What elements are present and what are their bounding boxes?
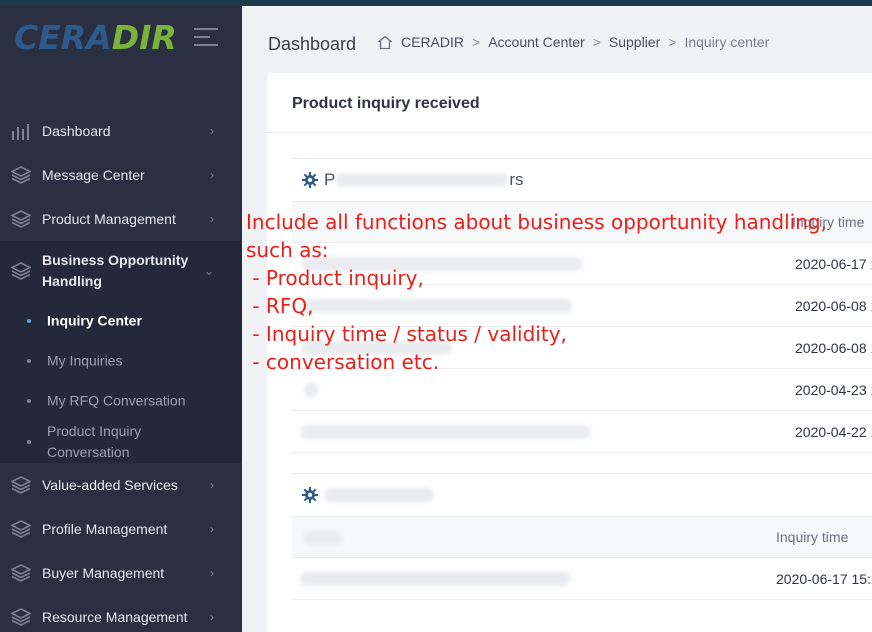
redacted-text [300, 572, 570, 586]
table-row[interactable]: 2020-04-22 1 [292, 411, 872, 453]
logo[interactable]: CERADIR [14, 18, 177, 57]
sidebar-item-label: Resource Management [42, 609, 188, 625]
breadcrumb-item[interactable]: Account Center [488, 34, 585, 50]
panel-title-start: P [324, 170, 336, 189]
chevron-right-icon: › [210, 566, 214, 580]
redacted-text [324, 488, 434, 502]
card-title: Product inquiry received [292, 95, 480, 112]
logo-part1: CERA [14, 18, 112, 57]
gear-icon [302, 487, 318, 503]
layers-icon [11, 475, 31, 495]
chevron-down-icon: ⌄ [203, 264, 214, 278]
sidebar-item-label: Message Center [42, 167, 145, 183]
layers-icon [11, 563, 31, 583]
redacted-text [337, 173, 508, 187]
sidebar-item-product-management[interactable]: Product Management › [0, 197, 242, 241]
column-header-inquiry-time: Inquiry time [776, 529, 849, 545]
panel-header [292, 474, 872, 516]
sidebar-item-label: Dashboard [42, 123, 111, 139]
bar-chart-icon [11, 121, 31, 141]
sidebar-item-value-added-services[interactable]: Value-added Services › [0, 463, 242, 507]
sidebar-item-buyer-management[interactable]: Buyer Management › [0, 551, 242, 595]
sidebar-item-label: Profile Management [42, 521, 168, 537]
sidebar-subitem-inquiry-center[interactable]: Inquiry Center [0, 301, 242, 341]
panel-header: P rs [292, 159, 872, 201]
breadcrumb-separator: > [592, 34, 601, 50]
layers-icon [11, 261, 31, 281]
sidebar-item-business-opportunity[interactable]: Business Opportunity Handling ⌄ [0, 241, 242, 301]
table-row[interactable]: 2020-06-17 15:2 [292, 558, 872, 600]
sidebar-subitem-my-rfq-conversation[interactable]: My RFQ Conversation [0, 381, 242, 421]
chevron-right-icon: › [210, 522, 214, 536]
bullet-icon [27, 399, 31, 403]
chevron-right-icon: › [210, 212, 214, 226]
sidebar-item-label: Value-added Services [42, 477, 178, 493]
sidebar: CERADIR Dashboard › Message Center › Pro… [0, 0, 242, 632]
inquiry-panel-2: Inquiry time 2020-06-17 15:2 [292, 473, 872, 600]
breadcrumb-separator: > [472, 34, 481, 50]
menu-toggle-icon[interactable] [194, 28, 218, 48]
logo-part2: DIR [111, 18, 177, 57]
redacted-text [300, 425, 590, 439]
divider [267, 132, 872, 133]
panel-title-end: rs [509, 170, 524, 189]
sidebar-item-resource-management[interactable]: Resource Management › [0, 595, 242, 632]
breadcrumb-separator: > [668, 34, 677, 50]
chevron-right-icon: › [210, 124, 214, 138]
top-strip [0, 0, 872, 6]
sidebar-item-dashboard[interactable]: Dashboard › [0, 109, 242, 153]
page-title: Dashboard [268, 34, 357, 54]
sidebar-item-label: Buyer Management [42, 565, 165, 581]
breadcrumb: CERADIR > Account Center > Supplier > In… [377, 34, 769, 50]
annotation-overlay: Include all functions about business opp… [246, 210, 827, 374]
chevron-right-icon: › [210, 478, 214, 492]
gear-icon [302, 172, 318, 188]
sidebar-subitem-my-inquiries[interactable]: My Inquiries [0, 341, 242, 381]
sidebar-subitem-label: Inquiry Center [47, 312, 142, 329]
bullet-icon [27, 359, 31, 363]
sidebar-item-label: Product Management [42, 211, 176, 227]
sidebar-subitem-label: My Inquiries [47, 352, 123, 369]
breadcrumb-current: Inquiry center [684, 34, 770, 50]
sidebar-item-label: Business Opportunity Handling [42, 252, 189, 289]
layers-icon [11, 519, 31, 539]
home-icon[interactable] [377, 35, 393, 50]
layers-icon [11, 165, 31, 185]
redacted-text [304, 531, 342, 545]
bullet-icon [27, 319, 31, 323]
breadcrumb-item[interactable]: CERADIR [401, 34, 464, 50]
layers-icon [11, 607, 31, 627]
inquiry-time: 2020-04-23 1 [795, 381, 872, 398]
layers-icon [11, 209, 31, 229]
inquiry-time: 2020-06-17 15:2 [776, 570, 872, 587]
chevron-right-icon: › [210, 610, 214, 624]
sidebar-item-message-center[interactable]: Message Center › [0, 153, 242, 197]
breadcrumb-item[interactable]: Supplier [609, 34, 660, 50]
sidebar-subitem-label: Product Inquiry Conversation [47, 423, 142, 460]
sidebar-subitem-product-inquiry-conversation[interactable]: Product Inquiry Conversation [0, 421, 242, 463]
chevron-right-icon: › [210, 168, 214, 182]
sidebar-subitem-label: My RFQ Conversation [47, 392, 186, 409]
table-header: Inquiry time [292, 516, 872, 558]
inquiry-time: 2020-04-22 1 [795, 423, 872, 440]
bullet-icon [27, 440, 31, 444]
page-header: Dashboard CERADIR > Account Center > Sup… [242, 6, 872, 74]
redacted-text [304, 383, 318, 397]
sidebar-item-profile-management[interactable]: Profile Management › [0, 507, 242, 551]
